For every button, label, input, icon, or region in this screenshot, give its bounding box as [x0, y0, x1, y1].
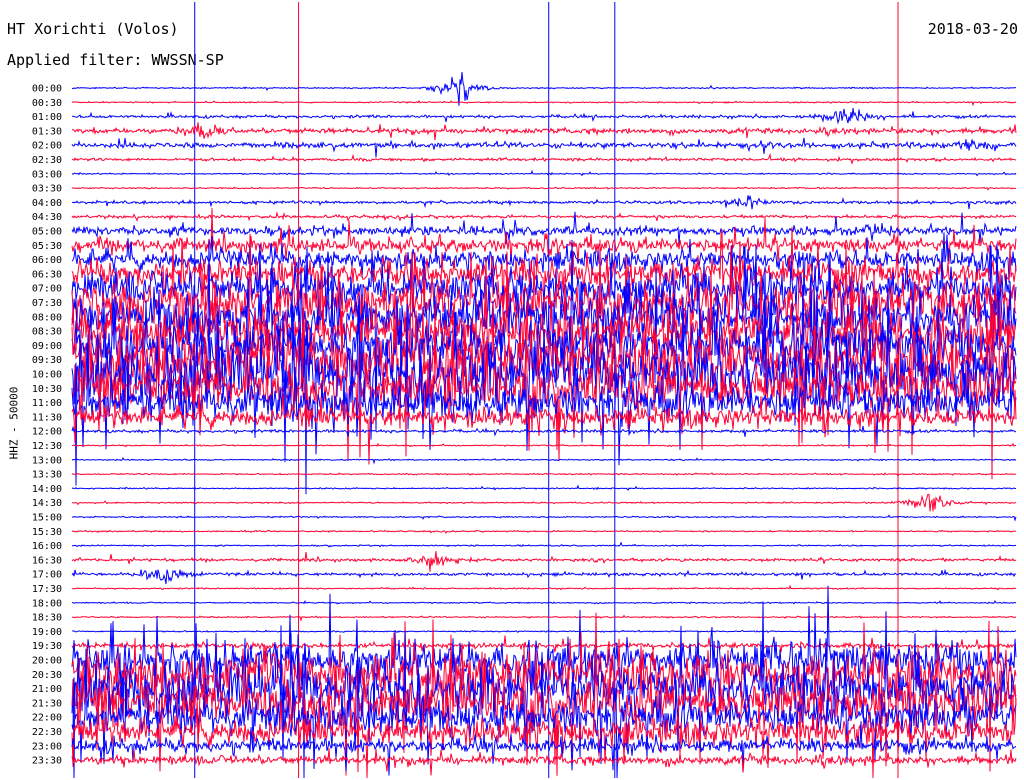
tick-layer: 00:00 00:30 01:00 01:30 02:00 02:30 03:00 03:30…: [32, 84, 62, 767]
time-tick-label: 22:00: [32, 713, 62, 724]
time-tick-label: 17:00: [32, 570, 62, 581]
time-tick-label: 04:30: [32, 212, 62, 223]
seismic-trace: [71, 169, 1017, 177]
time-tick-label: 11:30: [32, 412, 62, 423]
time-tick-label: 01:00: [32, 112, 62, 123]
time-tick-label: 18:30: [32, 613, 62, 624]
time-tick-label: 12:30: [32, 441, 62, 452]
time-tick-label: 20:30: [32, 670, 62, 681]
helicorder-plot: 00:00 00:30 01:00 01:30 02:00 02:30 03:00 03:30…: [32, 2, 1017, 779]
time-tick-label: 21:30: [32, 698, 62, 709]
seismic-trace: [71, 99, 1017, 107]
time-tick-label: 11:00: [32, 398, 62, 409]
time-tick-label: 07:00: [32, 284, 62, 295]
time-tick-label: 02:30: [32, 155, 62, 166]
time-tick-label: 00:30: [32, 98, 62, 109]
seismic-trace: [71, 186, 1016, 191]
seismic-trace: [71, 599, 1017, 605]
time-tick-label: 23:00: [32, 741, 62, 752]
seismic-trace: [71, 529, 1017, 534]
seismic-trace: [71, 584, 1017, 591]
seismic-trace: [71, 456, 1017, 465]
time-tick-label: 01:30: [32, 126, 62, 137]
time-tick-label: 21:00: [32, 684, 62, 695]
time-tick-label: 07:30: [32, 298, 62, 309]
seismic-trace: [71, 514, 1017, 522]
time-tick-label: 13:30: [32, 470, 62, 481]
time-tick-label: 08:30: [32, 327, 62, 338]
time-tick-label: 19:30: [32, 641, 62, 652]
seismic-trace: [71, 472, 1017, 477]
time-tick-label: 17:30: [32, 584, 62, 595]
time-tick-label: 19:00: [32, 627, 62, 638]
seismic-trace: [71, 107, 1017, 125]
time-tick-label: 10:30: [32, 384, 62, 395]
time-tick-label: 06:30: [32, 269, 62, 280]
seismic-trace: [71, 152, 1017, 166]
time-tick-label: 13:00: [32, 455, 62, 466]
time-tick-label: 22:30: [32, 727, 62, 738]
seismic-trace: [72, 541, 1016, 548]
seismic-trace: [71, 71, 1017, 106]
time-tick-label: 00:00: [32, 84, 62, 95]
time-tick-label: 15:30: [32, 527, 62, 538]
time-tick-label: 03:00: [32, 169, 62, 180]
time-tick-label: 16:30: [32, 555, 62, 566]
time-tick-label: 05:30: [32, 241, 62, 252]
time-tick-label: 02:00: [32, 141, 62, 152]
time-tick-label: 09:30: [32, 355, 62, 366]
time-tick-label: 09:00: [32, 341, 62, 352]
seismic-trace: [71, 137, 1017, 158]
seismic-trace: [71, 550, 1017, 572]
time-tick-label: 08:00: [32, 312, 62, 323]
time-tick-label: 16:00: [32, 541, 62, 552]
time-tick-label: 14:30: [32, 498, 62, 509]
time-tick-label: 18:00: [32, 598, 62, 609]
time-tick-label: 04:00: [32, 198, 62, 209]
time-tick-label: 03:30: [32, 184, 62, 195]
time-tick-label: 10:00: [32, 370, 62, 381]
time-tick-label: 05:00: [32, 227, 62, 238]
time-tick-label: 14:00: [32, 484, 62, 495]
seismic-trace: [71, 211, 1017, 222]
seismic-trace: [71, 614, 1017, 622]
time-tick-label: 12:00: [32, 427, 62, 438]
seismic-trace: [71, 387, 1017, 465]
time-tick-label: 23:30: [32, 756, 62, 767]
trace-layer: [71, 71, 1017, 779]
seismic-trace: [71, 195, 1017, 210]
time-tick-label: 20:00: [32, 656, 62, 667]
seismic-trace: [71, 629, 1017, 635]
seismic-trace: [71, 122, 1017, 141]
seismic-trace: [71, 568, 1017, 585]
time-tick-label: 06:00: [32, 255, 62, 266]
seismic-trace: [71, 493, 1017, 512]
seismic-trace: [71, 484, 1016, 491]
time-tick-label: 15:00: [32, 513, 62, 524]
